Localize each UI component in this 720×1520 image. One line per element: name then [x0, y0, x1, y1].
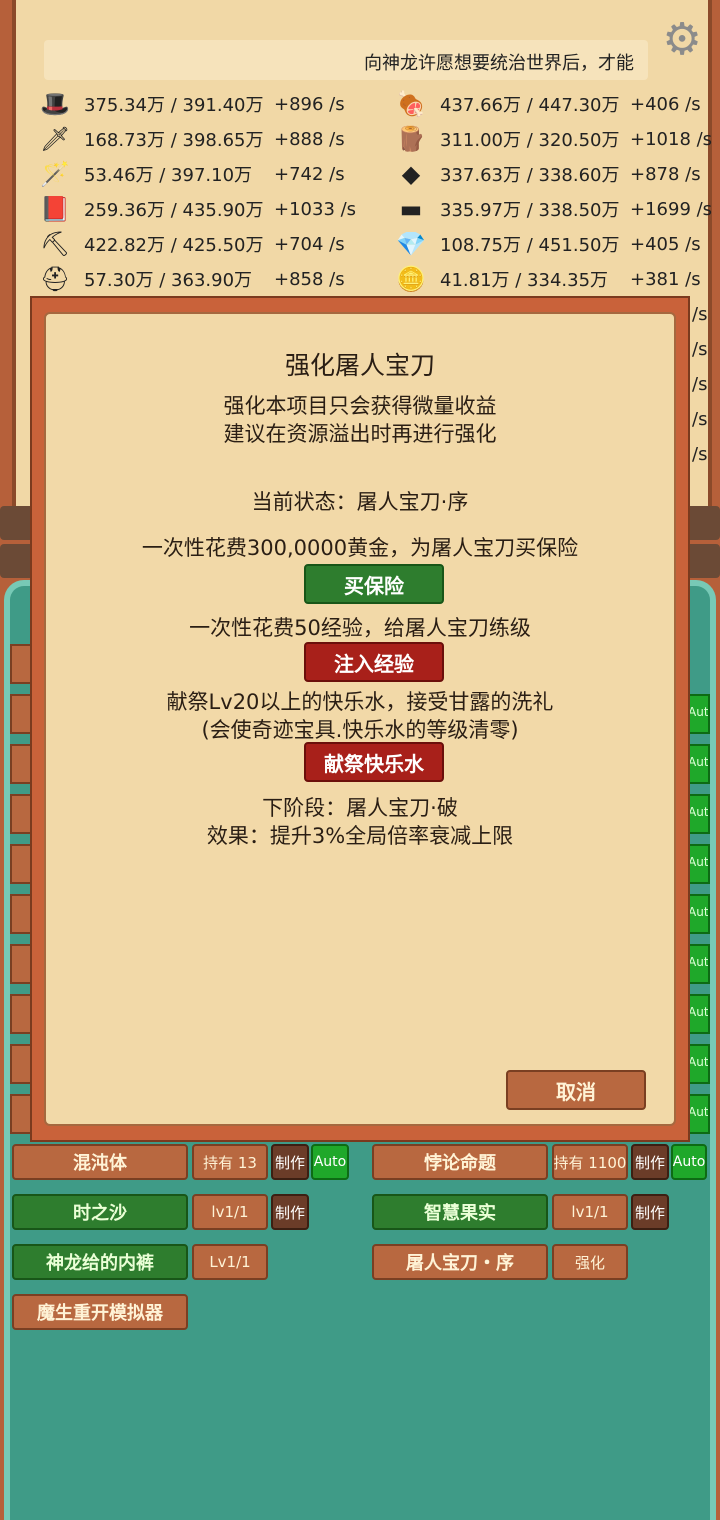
resource-rate: +858 /s [274, 268, 345, 290]
crystal-icon: 💎 [396, 230, 426, 258]
resource-rate: +381 /s [630, 268, 701, 290]
resource-rate: +742 /s [274, 163, 345, 185]
enhance-dialog: 强化屠人宝刀 强化本项目只会获得微量收益 建议在资源溢出时再进行强化 当前状态：… [30, 296, 690, 1142]
wand-icon: 🪄 [40, 160, 70, 188]
resource-rate: +406 /s [630, 93, 701, 115]
resource-row: 🪵 311.00万 / 320.50万 +1018 /s [396, 123, 712, 155]
resource-rate: +878 /s [630, 163, 701, 185]
resource-rate: +1018 /s [630, 128, 713, 150]
cancel-button[interactable]: 取消 [506, 1070, 646, 1110]
meat-icon: 🍖 [396, 90, 426, 118]
resource-amount: 259.36万 / 435.90万 [84, 200, 264, 221]
rate-suffix: /s [692, 409, 708, 430]
rate-suffix: /s [692, 304, 708, 325]
resource-row: 🪄 53.46万 / 397.10万 +742 /s [40, 158, 345, 190]
item-pants-button[interactable]: 神龙给的内裤 [12, 1244, 188, 1280]
item-wisdom-make-button[interactable]: 制作 [631, 1194, 669, 1230]
resource-row: ▬ 335.97万 / 338.50万 +1699 /s [396, 193, 712, 225]
resource-row: ⛑ 57.30万 / 363.90万 +858 /s [40, 263, 345, 295]
sacrifice-text: 献祭Lv20以上的快乐水，接受甘露的洗礼 [166, 690, 554, 714]
resource-row: 🎩 375.34万 / 391.40万 +896 /s [40, 88, 345, 120]
resource-rate: +896 /s [274, 93, 345, 115]
gear-icon[interactable]: ⚙ [660, 18, 704, 62]
resource-rate: +704 /s [274, 233, 345, 255]
resource-amount: 168.73万 / 398.65万 [84, 130, 264, 151]
item-sand-button[interactable]: 时之沙 [12, 1194, 188, 1230]
item-wisdom-level: lv1/1 [552, 1194, 628, 1230]
iron-icon: ▬ [399, 195, 423, 223]
resource-row: 🍖 437.66万 / 447.30万 +406 /s [396, 88, 701, 120]
resource-rate: +1699 /s [630, 198, 713, 220]
resource-amount: 108.75万 / 451.50万 [440, 235, 620, 256]
inject-exp-button[interactable]: 注入经验 [304, 642, 444, 682]
resource-row: 🗡 168.73万 / 398.65万 +888 /s [40, 123, 345, 155]
resource-rate: +1033 /s [274, 198, 357, 220]
resource-amount: 57.30万 / 363.90万 [84, 270, 253, 291]
resource-row: ⛏ 422.82万 / 425.50万 +704 /s [40, 228, 345, 260]
wizard-hat-icon: 🎩 [40, 90, 70, 118]
sacrifice-button[interactable]: 献祭快乐水 [304, 742, 444, 782]
rate-suffix: /s [692, 444, 708, 465]
item-chaos-button[interactable]: 混沌体 [12, 1144, 188, 1180]
item-wisdom-button[interactable]: 智慧果实 [372, 1194, 548, 1230]
item-sand-level: lv1/1 [192, 1194, 268, 1230]
item-paradox-button[interactable]: 悖论命题 [372, 1144, 548, 1180]
resource-amount: 375.34万 / 391.40万 [84, 95, 264, 116]
dialog-title: 强化屠人宝刀 [284, 351, 435, 380]
current-status: 当前状态：屠人宝刀·序 [251, 490, 469, 514]
resource-row: 📕 259.36万 / 435.90万 +1033 /s [40, 193, 356, 225]
resource-amount: 337.63万 / 338.60万 [440, 165, 620, 186]
item-blade-button[interactable]: 屠人宝刀・序 [372, 1244, 548, 1280]
sacrifice-note: (会使奇迹宝具.快乐水的等级清零) [201, 718, 519, 742]
item-sand-make-button[interactable]: 制作 [271, 1194, 309, 1230]
item-chaos-auto-button[interactable]: Auto [311, 1144, 349, 1180]
item-blade-enhance-button[interactable]: 强化 [552, 1244, 628, 1280]
resource-row: ◆ 337.63万 / 338.60万 +878 /s [396, 158, 701, 190]
book-icon: 📕 [40, 195, 70, 223]
resource-amount: 335.97万 / 338.50万 [440, 200, 620, 221]
item-paradox-make-button[interactable]: 制作 [631, 1144, 669, 1180]
item-pants-level: Lv1/1 [192, 1244, 268, 1280]
resource-row: 🪙 41.81万 / 334.35万 +381 /s [396, 263, 701, 295]
helmet-icon: ⛑ [40, 265, 71, 293]
resource-row: 💎 108.75万 / 451.50万 +405 /s [396, 228, 701, 260]
resource-amount: 53.46万 / 397.10万 [84, 165, 253, 186]
stone-icon: ◆ [401, 160, 421, 188]
resource-amount: 311.00万 / 320.50万 [440, 130, 620, 151]
dialog-subtitle: 强化本项目只会获得微量收益 [223, 394, 497, 418]
buy-insurance-button[interactable]: 买保险 [304, 564, 444, 604]
resource-amount: 422.82万 / 425.50万 [84, 235, 264, 256]
gold-coin-icon: 🪙 [396, 265, 426, 293]
wood-icon: 🪵 [396, 125, 426, 153]
rate-suffix: /s [692, 374, 708, 395]
insurance-text: 一次性花费300,0000黄金，为屠人宝刀买保险 [141, 536, 579, 560]
pickaxe-icon: ⛏ [40, 230, 71, 258]
item-chaos-make-button[interactable]: 制作 [271, 1144, 309, 1180]
resource-rate: +405 /s [630, 233, 701, 255]
item-paradox-hold: 持有 1100 [552, 1144, 628, 1180]
ticker-text: 向神龙许愿想要统治世界后，才能 [364, 53, 634, 74]
resource-amount: 41.81万 / 334.35万 [440, 270, 609, 291]
next-stage: 下阶段：屠人宝刀·破 [262, 796, 458, 820]
item-chaos-hold: 持有 13 [192, 1144, 268, 1180]
item-simulator-button[interactable]: 魔生重开模拟器 [12, 1294, 188, 1330]
sword-icon: 🗡 [40, 125, 71, 153]
item-paradox-auto-button[interactable]: Auto [671, 1144, 707, 1180]
dialog-subtitle: 建议在资源溢出时再进行强化 [223, 422, 497, 446]
dialog-body: 强化屠人宝刀 强化本项目只会获得微量收益 建议在资源溢出时再进行强化 当前状态：… [44, 312, 676, 1126]
rate-suffix: /s [692, 339, 708, 360]
resource-amount: 437.66万 / 447.30万 [440, 95, 620, 116]
effect-text: 效果：提升3%全局倍率衰减上限 [206, 824, 514, 848]
resource-rate: +888 /s [274, 128, 345, 150]
exp-text: 一次性花费50经验，给屠人宝刀练级 [189, 616, 531, 640]
news-ticker: 向神龙许愿想要统治世界后，才能 [44, 40, 648, 80]
